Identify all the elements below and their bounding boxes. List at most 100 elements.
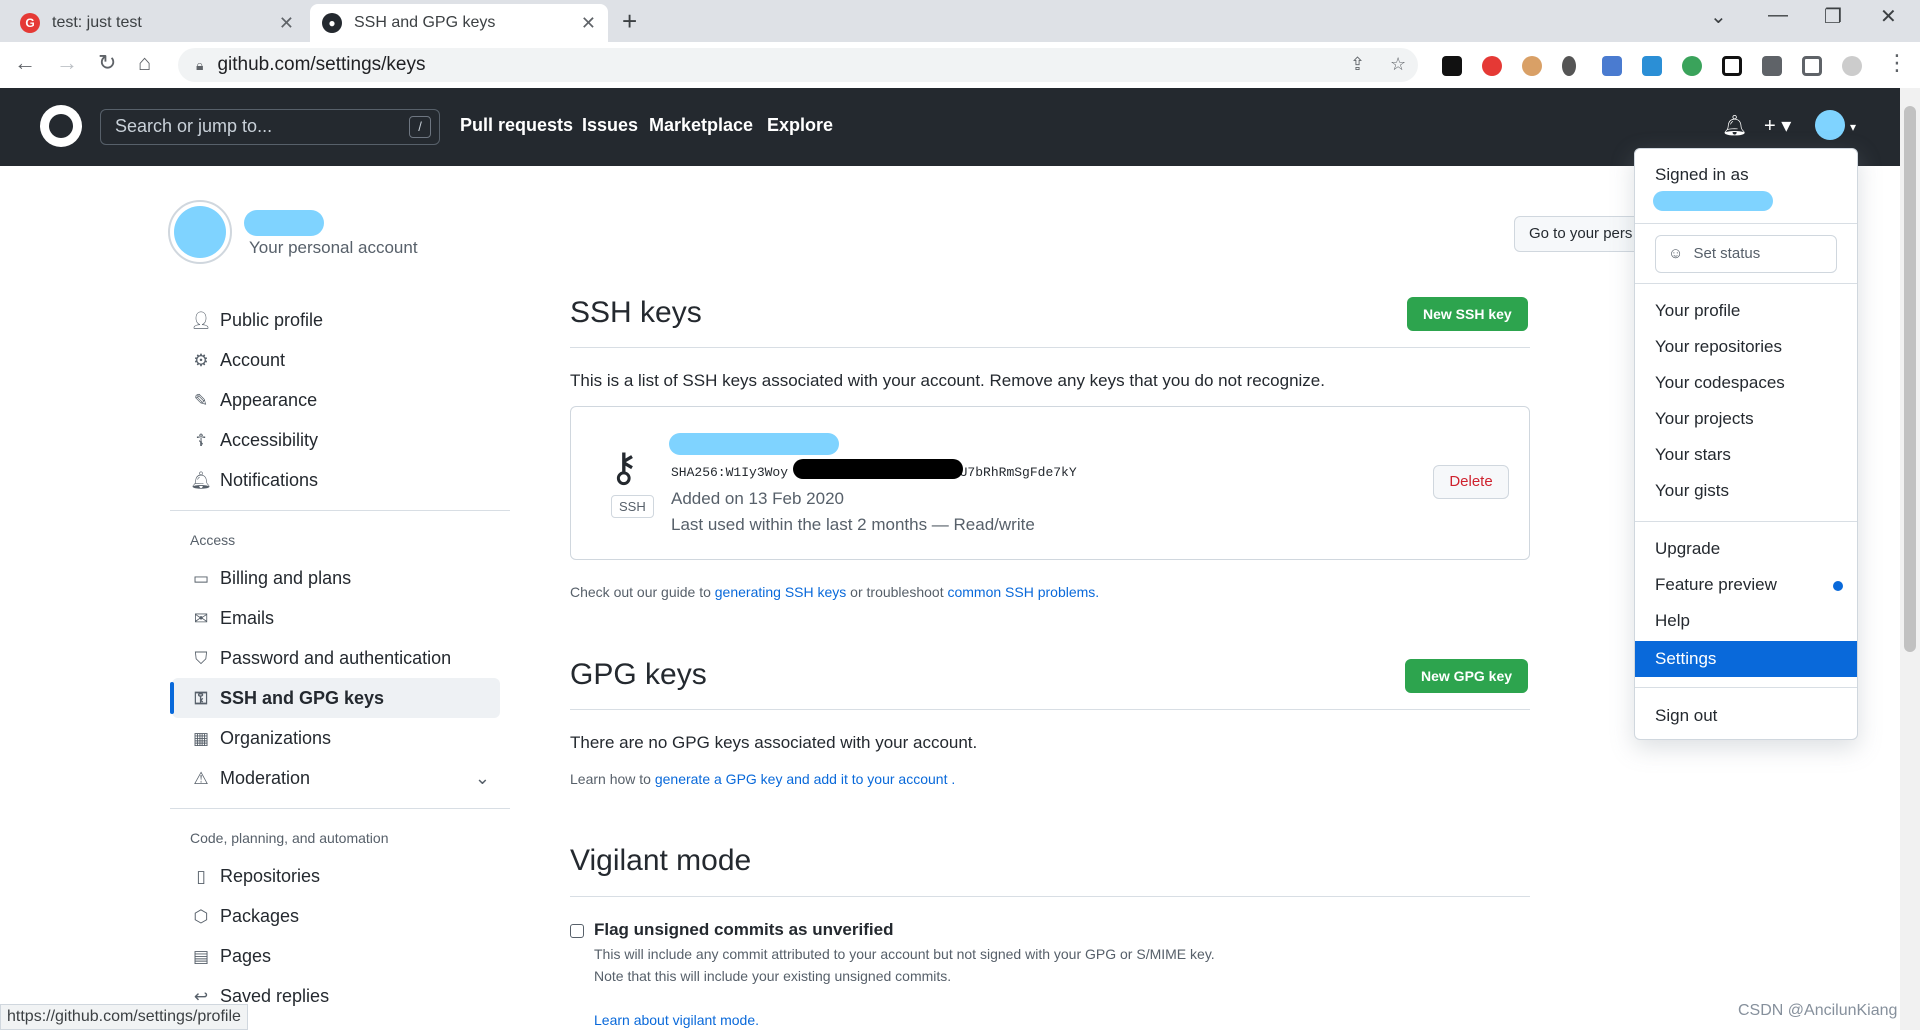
forward-icon[interactable]: →: [56, 50, 78, 76]
bookmark-star-icon[interactable]: ☆: [1390, 54, 1406, 75]
menu-your-projects[interactable]: Your projects: [1655, 409, 1754, 429]
side-panel-icon[interactable]: [1802, 56, 1822, 76]
set-status-button[interactable]: ☺ Set status: [1655, 235, 1837, 273]
github-logo-icon[interactable]: [40, 105, 82, 147]
sidebar-item-appearance[interactable]: ✎ Appearance: [190, 390, 317, 411]
extension-icon-6[interactable]: [1642, 56, 1662, 76]
reload-icon[interactable]: ↻: [98, 50, 116, 76]
common-ssh-problems-link[interactable]: common SSH problems: [947, 584, 1095, 600]
sidebar-item-label: Billing and plans: [220, 568, 352, 588]
sidebar-item-ssh-gpg[interactable]: ⚿ SSH and GPG keys: [190, 688, 385, 709]
user-dropdown-menu: Signed in as ☺ Set status Your profile Y…: [1634, 148, 1858, 740]
extension-icon-1[interactable]: [1442, 56, 1462, 76]
scrollbar-thumb[interactable]: [1904, 106, 1916, 652]
sidebar-item-accessibility[interactable]: ☦ Accessibility: [190, 430, 318, 451]
menu-divider: [1635, 283, 1857, 284]
menu-your-stars[interactable]: Your stars: [1655, 445, 1731, 465]
vigilant-help-2: Note that this will include your existin…: [594, 968, 952, 984]
address-bar[interactable]: 🔒︎ github.com/settings/keys ⇪ ☆: [178, 48, 1418, 82]
extension-icon-2[interactable]: [1482, 56, 1502, 76]
sidebar-item-public-profile[interactable]: 👤︎ Public profile: [190, 310, 323, 331]
sidebar-item-label: Packages: [220, 906, 300, 926]
learn-prefix: Learn how to: [570, 771, 655, 787]
mail-icon: ✉: [193, 608, 209, 628]
flag-unsigned-label[interactable]: Flag unsigned commits as unverified: [594, 920, 893, 940]
sidebar-item-password[interactable]: ⛉ Password and authentication: [190, 648, 452, 669]
fingerprint-start: SHA256:W1Iy3Woy: [671, 465, 789, 480]
menu-sign-out[interactable]: Sign out: [1655, 706, 1717, 726]
sidebar-item-label: Moderation: [220, 768, 311, 788]
profile-avatar-icon[interactable]: [1842, 56, 1862, 76]
plus-dropdown-icon[interactable]: + ▾: [1764, 113, 1791, 138]
sidebar-item-moderation[interactable]: ⚠ Moderation ⌄: [190, 768, 490, 789]
smiley-icon: ☺: [1668, 245, 1684, 262]
sidebar-item-account[interactable]: ⚙ Account: [190, 350, 285, 371]
guide-middle: or troubleshoot: [846, 584, 948, 600]
menu-upgrade[interactable]: Upgrade: [1655, 539, 1720, 559]
section-divider: [570, 347, 1530, 348]
vigilant-learn-link[interactable]: Learn about vigilant mode.: [594, 1012, 759, 1028]
extension-icon-7[interactable]: [1682, 56, 1702, 76]
menu-your-codespaces[interactable]: Your codespaces: [1655, 373, 1785, 393]
shield-lock-icon: ⛉: [194, 648, 208, 668]
nav-marketplace[interactable]: Marketplace: [649, 115, 753, 136]
bell-icon[interactable]: 🔔︎: [1722, 113, 1747, 138]
sidebar-item-organizations[interactable]: ▦ Organizations: [190, 728, 331, 749]
search-placeholder: Search or jump to...: [115, 116, 273, 136]
browser-tab-bar: G test: just test ✕ ● SSH and GPG keys ✕…: [0, 0, 1920, 42]
new-ssh-key-button[interactable]: New SSH key: [1407, 297, 1528, 331]
nav-issues[interactable]: Issues: [582, 115, 638, 136]
extension-icon-4[interactable]: [1562, 56, 1576, 76]
search-input[interactable]: Search or jump to... /: [100, 109, 440, 145]
extension-icon-8[interactable]: [1722, 56, 1742, 76]
browser-tab-ssh-keys[interactable]: ● SSH and GPG keys ✕: [310, 4, 608, 42]
menu-your-repositories[interactable]: Your repositories: [1655, 337, 1782, 357]
close-icon[interactable]: ✕: [581, 13, 596, 34]
new-gpg-key-button[interactable]: New GPG key: [1405, 659, 1529, 693]
sidebar-item-emails[interactable]: ✉ Emails: [190, 608, 274, 629]
flag-unsigned-checkbox[interactable]: [570, 924, 584, 938]
fingerprint-redacted: [793, 459, 963, 479]
maximize-button[interactable]: ❐: [1824, 4, 1842, 29]
nav-explore[interactable]: Explore: [767, 115, 833, 136]
generate-gpg-key-link[interactable]: generate a GPG key and add it to your ac…: [655, 771, 948, 787]
account-avatar[interactable]: [168, 200, 232, 264]
lock-icon: 🔒︎: [196, 56, 204, 73]
share-icon[interactable]: ⇪: [1350, 54, 1365, 75]
sidebar-item-pages[interactable]: ▤ Pages: [190, 946, 271, 967]
delete-button[interactable]: Delete: [1433, 465, 1509, 499]
window-close-button[interactable]: ✕: [1880, 4, 1897, 29]
new-tab-button[interactable]: +: [622, 6, 637, 37]
learn-suffix: .: [947, 771, 956, 787]
browser-tab-test[interactable]: G test: just test ✕: [8, 4, 306, 42]
minimize-button[interactable]: —: [1768, 4, 1788, 27]
close-icon[interactable]: ✕: [279, 13, 294, 34]
avatar[interactable]: [1815, 110, 1845, 140]
tab-search-chevron-icon[interactable]: ⌄: [1710, 4, 1727, 29]
sidebar-item-label: Appearance: [220, 390, 318, 410]
generating-ssh-keys-link[interactable]: generating SSH keys: [715, 584, 847, 600]
back-icon[interactable]: ←: [14, 50, 36, 76]
menu-icon[interactable]: ⋮: [1886, 50, 1908, 76]
extension-icon-3[interactable]: [1522, 56, 1542, 76]
menu-your-profile[interactable]: Your profile: [1655, 301, 1740, 321]
menu-your-gists[interactable]: Your gists: [1655, 481, 1729, 501]
nav-pull-requests[interactable]: Pull requests: [460, 115, 573, 136]
browser-icon: ▤: [192, 946, 210, 966]
menu-settings[interactable]: Settings: [1655, 649, 1716, 669]
translate-icon[interactable]: [1602, 56, 1622, 76]
vigilant-mode-title: Vigilant mode: [570, 844, 752, 877]
puzzle-icon[interactable]: [1762, 56, 1782, 76]
sidebar-item-billing[interactable]: ▭ Billing and plans: [190, 568, 351, 589]
sidebar-item-packages[interactable]: ⬡ Packages: [190, 906, 299, 927]
sidebar-item-notifications[interactable]: 🔔︎ Notifications: [190, 470, 318, 491]
account-name-redacted: [244, 210, 324, 236]
sidebar-item-label: Repositories: [220, 866, 321, 886]
menu-feature-preview[interactable]: Feature preview: [1655, 575, 1777, 595]
chevron-down-icon[interactable]: ▾: [1850, 120, 1856, 134]
sidebar-item-repositories[interactable]: ▯ Repositories: [190, 866, 320, 887]
chevron-down-icon[interactable]: ⌄: [475, 768, 490, 789]
home-icon[interactable]: ⌂: [138, 50, 151, 76]
feature-preview-dot: [1833, 581, 1843, 591]
menu-help[interactable]: Help: [1655, 611, 1690, 631]
